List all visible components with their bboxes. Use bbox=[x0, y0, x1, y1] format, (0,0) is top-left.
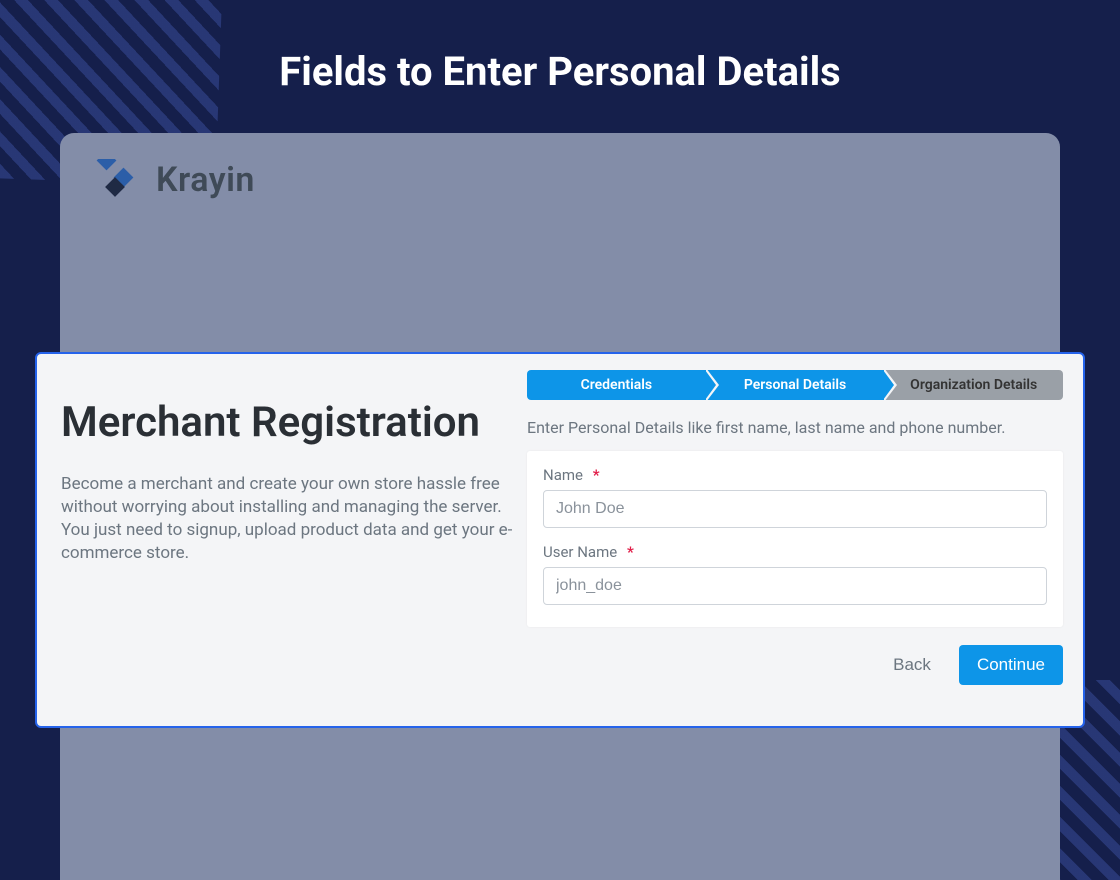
brand: Krayin bbox=[88, 159, 255, 201]
user-name-input[interactable] bbox=[543, 567, 1047, 605]
brand-name: Krayin bbox=[156, 160, 255, 200]
page-title: Fields to Enter Personal Details bbox=[0, 48, 1120, 95]
modal-right-panel: Credentials Personal Details Organizatio… bbox=[527, 368, 1063, 708]
step-arrow-icon bbox=[705, 370, 716, 400]
modal-left-panel: Merchant Registration Become a merchant … bbox=[57, 368, 527, 708]
field-name: Name * bbox=[543, 465, 1047, 528]
stepper: Credentials Personal Details Organizatio… bbox=[527, 370, 1063, 400]
step-personal-details[interactable]: Personal Details bbox=[706, 370, 885, 400]
label-text: Name bbox=[543, 466, 583, 484]
field-user-name: User Name * bbox=[543, 542, 1047, 605]
name-input[interactable] bbox=[543, 490, 1047, 528]
step-credentials[interactable]: Credentials bbox=[527, 370, 706, 400]
form-instructions: Enter Personal Details like first name, … bbox=[527, 418, 1063, 437]
step-label: Credentials bbox=[581, 377, 653, 393]
required-marker: * bbox=[593, 466, 600, 484]
step-label: Personal Details bbox=[744, 377, 846, 393]
step-organization-details[interactable]: Organization Details bbox=[884, 370, 1063, 400]
label-text: User Name bbox=[543, 543, 617, 561]
registration-modal: Merchant Registration Become a merchant … bbox=[35, 352, 1085, 728]
back-button[interactable]: Back bbox=[887, 647, 937, 683]
continue-button[interactable]: Continue bbox=[959, 645, 1063, 685]
modal-heading: Merchant Registration bbox=[61, 398, 517, 447]
step-arrow-icon bbox=[883, 370, 894, 400]
krayin-logo-icon bbox=[88, 159, 142, 201]
field-label-name: Name * bbox=[543, 466, 600, 484]
required-marker: * bbox=[627, 543, 634, 561]
step-label: Organization Details bbox=[910, 377, 1037, 393]
field-label-user-name: User Name * bbox=[543, 543, 634, 561]
form-card: Name * User Name * bbox=[527, 451, 1063, 627]
modal-actions: Back Continue bbox=[527, 645, 1063, 685]
modal-description: Become a merchant and create your own st… bbox=[61, 473, 517, 565]
